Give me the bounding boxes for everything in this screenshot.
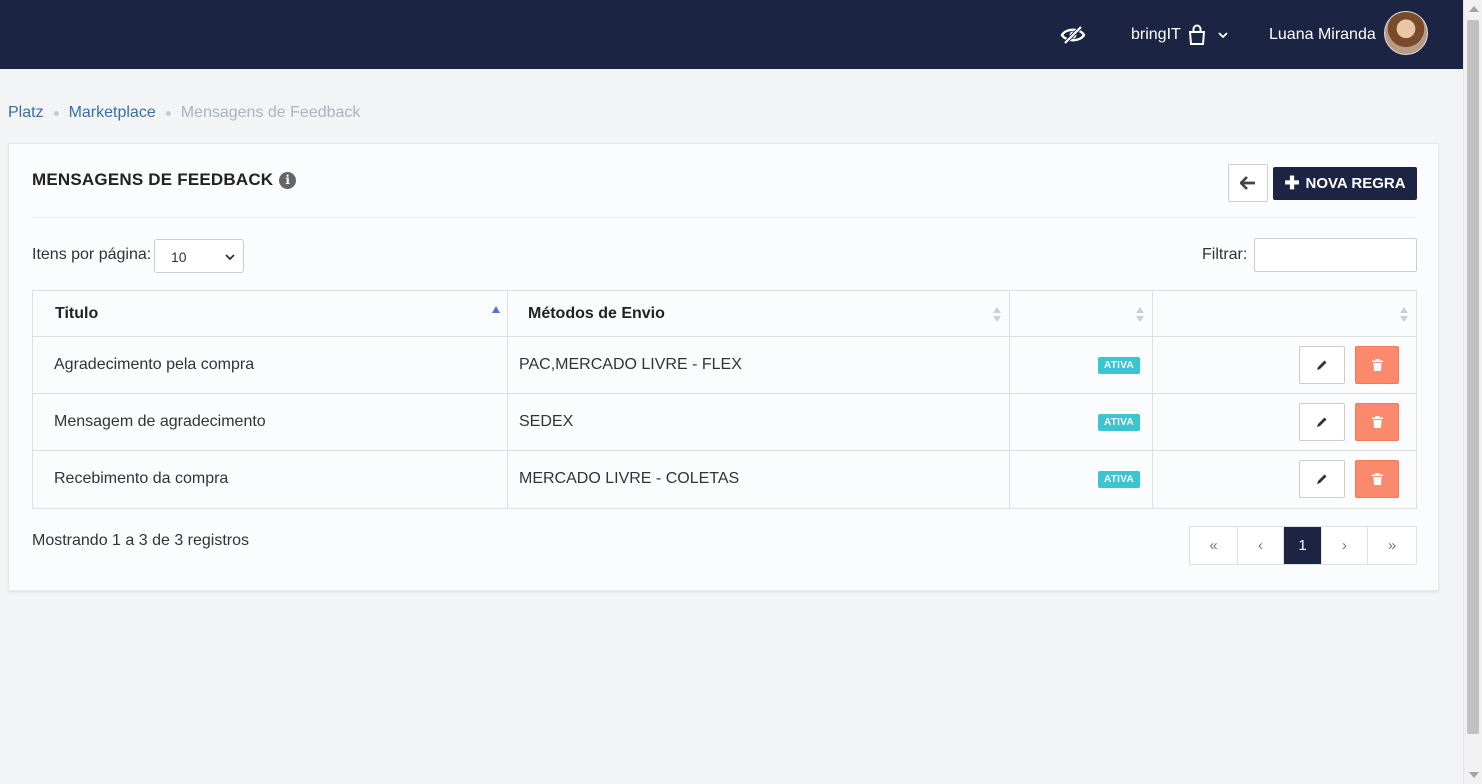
header-titulo[interactable]: Titulo <box>33 291 508 336</box>
breadcrumb-separator <box>165 110 171 116</box>
scrollbar[interactable] <box>1463 0 1482 784</box>
user-name[interactable]: Luana Miranda <box>1269 26 1376 44</box>
table-row: Recebimento da compra MERCADO LIVRE - CO… <box>33 451 1416 508</box>
cell-titulo: Recebimento da compra <box>54 470 229 487</box>
table-row: Agradecimento pela compra PAC,MERCADO LI… <box>33 337 1416 394</box>
sort-asc-icon <box>492 306 500 313</box>
delete-button[interactable] <box>1355 403 1399 441</box>
feedback-card: MENSAGENS DE FEEDBACK i ✚ NOVA REGRA Ite… <box>8 143 1439 591</box>
header-metodos-label: Métodos de Envio <box>528 305 665 322</box>
cell-titulo: Agradecimento pela compra <box>54 356 255 373</box>
breadcrumb-platz[interactable]: Platz <box>8 104 44 122</box>
shopping-bag-icon <box>1188 24 1205 45</box>
sort-icon <box>1400 307 1408 323</box>
top-navbar: bringIT Luana Miranda <box>0 0 1463 69</box>
pencil-icon <box>1317 474 1327 484</box>
pagination-first[interactable]: « <box>1190 527 1238 564</box>
edit-button[interactable] <box>1299 346 1345 384</box>
breadcrumb: Platz Marketplace Mensagens de Feedback <box>8 104 360 122</box>
trash-icon <box>1371 416 1383 428</box>
header-titulo-label: Titulo <box>55 305 99 322</box>
pagination-last[interactable]: » <box>1368 527 1416 564</box>
edit-button[interactable] <box>1299 460 1345 498</box>
trash-icon <box>1371 359 1383 371</box>
delete-button[interactable] <box>1355 460 1399 498</box>
chevron-down-icon <box>1218 32 1228 39</box>
pagination-page-1[interactable]: 1 <box>1284 527 1322 564</box>
breadcrumb-separator <box>53 110 59 116</box>
status-badge: ATIVA <box>1097 357 1140 374</box>
pencil-icon <box>1317 417 1327 427</box>
filter-input[interactable] <box>1254 238 1417 272</box>
divider <box>32 217 1417 218</box>
plus-icon: ✚ <box>1284 173 1300 193</box>
new-rule-label: NOVA REGRA <box>1305 175 1406 192</box>
breadcrumb-marketplace[interactable]: Marketplace <box>69 104 156 122</box>
per-page-select[interactable]: 10 <box>154 239 244 273</box>
pencil-icon <box>1317 360 1327 370</box>
per-page-value: 10 <box>171 249 187 265</box>
breadcrumb-current: Mensagens de Feedback <box>180 104 361 121</box>
header-actions[interactable] <box>1153 291 1416 336</box>
pagination-prev[interactable]: ‹ <box>1238 527 1284 564</box>
table-row: Mensagem de agradecimento SEDEX ATIVA <box>33 394 1416 451</box>
scroll-up-icon[interactable] <box>1469 6 1479 12</box>
records-info: Mostrando 1 a 3 de 3 registros <box>32 532 250 549</box>
pagination: « ‹ 1 › » <box>1189 526 1417 565</box>
page-title: MENSAGENS DE FEEDBACK i <box>32 170 297 190</box>
cell-titulo: Mensagem de agradecimento <box>54 413 266 430</box>
filter-label: Filtrar: <box>1202 246 1248 263</box>
sort-icon <box>993 307 1001 323</box>
avatar[interactable] <box>1384 11 1428 55</box>
cell-metodos: PAC,MERCADO LIVRE - FLEX <box>519 356 742 373</box>
cell-metodos: SEDEX <box>519 413 574 430</box>
header-status[interactable] <box>1010 291 1153 336</box>
delete-button[interactable] <box>1355 346 1399 384</box>
page-title-text: MENSAGENS DE FEEDBACK <box>32 170 274 189</box>
feedback-table: Titulo Métodos de Envio Agradecimento pe… <box>32 290 1417 509</box>
cell-metodos: MERCADO LIVRE - COLETAS <box>519 470 740 487</box>
chevron-down-icon <box>225 254 235 261</box>
pagination-next[interactable]: › <box>1322 527 1368 564</box>
company-name: bringIT <box>1131 26 1181 43</box>
eye-slash-icon[interactable] <box>1060 24 1088 48</box>
status-badge: ATIVA <box>1097 414 1140 431</box>
edit-button[interactable] <box>1299 403 1345 441</box>
table-header-row: Titulo Métodos de Envio <box>33 291 1416 337</box>
new-rule-button[interactable]: ✚ NOVA REGRA <box>1273 167 1417 200</box>
per-page-label: Itens por página: <box>32 246 152 263</box>
trash-icon <box>1371 473 1383 485</box>
scroll-thumb[interactable] <box>1467 20 1479 734</box>
sort-icon <box>1136 307 1144 323</box>
back-button[interactable] <box>1228 164 1268 202</box>
scroll-down-icon[interactable] <box>1469 772 1479 778</box>
arrow-left-icon <box>1240 176 1255 190</box>
status-badge: ATIVA <box>1097 471 1140 488</box>
header-metodos[interactable]: Métodos de Envio <box>508 291 1010 336</box>
info-icon[interactable]: i <box>279 171 297 189</box>
company-selector[interactable]: bringIT <box>1131 24 1229 46</box>
